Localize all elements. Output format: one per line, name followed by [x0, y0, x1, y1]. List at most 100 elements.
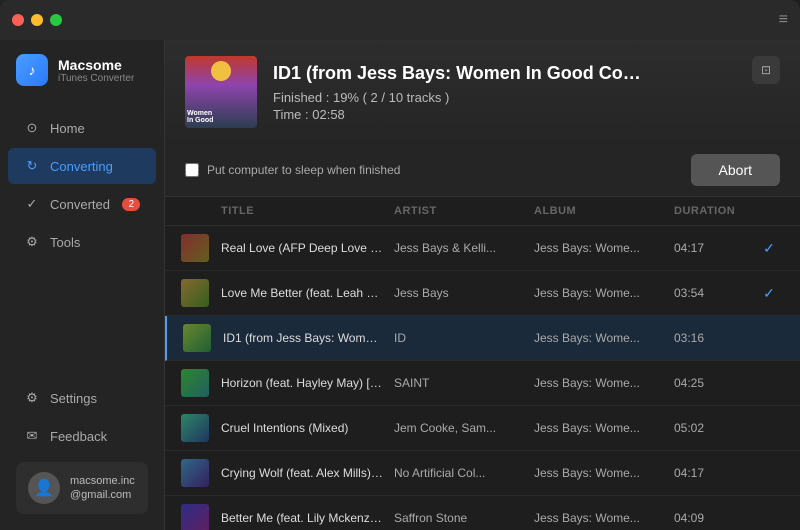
table-row[interactable]: Better Me (feat. Lily Mckenzie) [Mixed] …: [165, 496, 800, 530]
list-header: TITLE ARTIST ALBUM DURATION: [165, 197, 800, 226]
track-thumb: [183, 324, 211, 352]
track-album-cell: Jess Bays: Wome...: [534, 331, 674, 345]
track-album-cell: Jess Bays: Wome...: [534, 511, 674, 525]
table-row[interactable]: Love Me Better (feat. Leah Guest) [Du...…: [165, 271, 800, 316]
track-album-cell: Jess Bays: Wome...: [534, 421, 674, 435]
sidebar-label-feedback: Feedback: [50, 429, 107, 444]
track-title-cell: Real Love (AFP Deep Love Mix) [Mixed]: [221, 241, 394, 255]
sidebar-nav: ⊙ Home ↻ Converting ✓ Converted 2 ⚙ Tool…: [0, 100, 164, 370]
track-album-cell: Jess Bays: Wome...: [534, 376, 674, 390]
track-artist-cell: SAINT: [394, 376, 534, 390]
track-status-cell: ✓: [754, 285, 784, 302]
table-row[interactable]: ID1 (from Jess Bays: Women In Good ... I…: [165, 316, 800, 361]
sidebar-item-converting[interactable]: ↻ Converting: [8, 148, 156, 184]
track-title-cell: Love Me Better (feat. Leah Guest) [Du...: [221, 286, 394, 300]
col-artist: ARTIST: [394, 205, 534, 217]
track-thumb: [181, 459, 209, 487]
converted-icon: ✓: [24, 196, 40, 212]
converting-icon: ↻: [24, 158, 40, 174]
sleep-label: Put computer to sleep when finished: [207, 163, 400, 177]
track-artist-cell: Jem Cooke, Sam...: [394, 421, 534, 435]
sidebar-item-feedback[interactable]: ✉ Feedback: [8, 418, 156, 454]
tools-icon: ⚙: [24, 234, 40, 250]
sidebar-label-converting: Converting: [50, 159, 113, 174]
track-info: ID1 (from Jess Bays: Women In Good Compa…: [273, 63, 780, 122]
now-playing-section: ID1 (from Jess Bays: Women In Good Compa…: [165, 40, 800, 144]
track-thumb: [181, 369, 209, 397]
user-email-line2: @gmail.com: [70, 488, 135, 502]
track-duration-cell: 04:17: [674, 241, 754, 255]
sidebar-item-settings[interactable]: ⚙ Settings: [8, 380, 156, 416]
badge-converted: 2: [122, 198, 140, 211]
track-title-cell: Cruel Intentions (Mixed): [221, 421, 394, 435]
track-artist-cell: Saffron Stone: [394, 511, 534, 525]
table-row[interactable]: Real Love (AFP Deep Love Mix) [Mixed] Je…: [165, 226, 800, 271]
sleep-option: Put computer to sleep when finished: [185, 163, 400, 177]
track-thumb: [181, 504, 209, 530]
feedback-icon: ✉: [24, 428, 40, 444]
logo: ♪ Macsome iTunes Converter: [0, 40, 164, 100]
menu-icon[interactable]: ≡: [779, 11, 788, 29]
track-rows: Real Love (AFP Deep Love Mix) [Mixed] Je…: [165, 226, 800, 530]
sidebar-item-tools[interactable]: ⚙ Tools: [8, 224, 156, 260]
track-list: TITLE ARTIST ALBUM DURATION Real Love (A…: [165, 197, 800, 530]
track-artist-cell: Jess Bays & Kelli...: [394, 241, 534, 255]
track-album-cell: Jess Bays: Wome...: [534, 286, 674, 300]
sidebar-label-settings: Settings: [50, 391, 97, 406]
home-icon: ⊙: [24, 120, 40, 136]
table-row[interactable]: Cruel Intentions (Mixed) Jem Cooke, Sam.…: [165, 406, 800, 451]
track-thumb: [181, 279, 209, 307]
logo-name: Macsome: [58, 57, 134, 73]
sidebar-bottom: ⚙ Settings ✉ Feedback 👤 macsome.inc @gma…: [0, 370, 164, 530]
track-duration-cell: 05:02: [674, 421, 754, 435]
close-button[interactable]: [12, 14, 24, 26]
track-duration-cell: 04:25: [674, 376, 754, 390]
album-art: [185, 56, 257, 128]
title-bar: ≡: [0, 0, 800, 40]
track-status-cell: ✓: [754, 240, 784, 257]
avatar: 👤: [28, 472, 60, 504]
traffic-lights: [12, 14, 62, 26]
track-artist-cell: ID: [394, 331, 534, 345]
logo-subtitle: iTunes Converter: [58, 73, 134, 84]
expand-button[interactable]: ⊡: [752, 56, 780, 84]
table-row[interactable]: Horizon (feat. Hayley May) [Mixed] SAINT…: [165, 361, 800, 406]
track-title-cell: Better Me (feat. Lily Mckenzie) [Mixed]: [221, 511, 394, 525]
col-title: TITLE: [221, 205, 394, 217]
user-info: macsome.inc @gmail.com: [70, 474, 135, 503]
track-title-cell: Horizon (feat. Hayley May) [Mixed]: [221, 376, 394, 390]
track-duration-cell: 04:09: [674, 511, 754, 525]
sleep-checkbox[interactable]: [185, 163, 199, 177]
col-album: ALBUM: [534, 205, 674, 217]
col-status: [754, 205, 784, 217]
track-title-cell: Crying Wolf (feat. Alex Mills) [Mixed]: [221, 466, 394, 480]
minimize-button[interactable]: [31, 14, 43, 26]
sidebar-item-home[interactable]: ⊙ Home: [8, 110, 156, 146]
track-duration-cell: 03:16: [674, 331, 754, 345]
track-title: ID1 (from Jess Bays: Women In Good Compa…: [273, 63, 653, 84]
album-art-image: [185, 56, 257, 128]
track-title-cell: ID1 (from Jess Bays: Women In Good ...: [223, 331, 394, 345]
track-duration-cell: 04:17: [674, 466, 754, 480]
sidebar-label-converted: Converted: [50, 197, 110, 212]
track-artist-cell: Jess Bays: [394, 286, 534, 300]
sidebar-item-converted[interactable]: ✓ Converted 2: [8, 186, 156, 222]
track-album-cell: Jess Bays: Wome...: [534, 466, 674, 480]
maximize-button[interactable]: [50, 14, 62, 26]
track-thumb: [181, 234, 209, 262]
logo-icon: ♪: [16, 54, 48, 86]
sidebar-label-home: Home: [50, 121, 85, 136]
track-duration-cell: 03:54: [674, 286, 754, 300]
user-profile: 👤 macsome.inc @gmail.com: [16, 462, 148, 514]
settings-icon: ⚙: [24, 390, 40, 406]
table-row[interactable]: Crying Wolf (feat. Alex Mills) [Mixed] N…: [165, 451, 800, 496]
col-duration: DURATION: [674, 205, 754, 217]
track-time: Time : 02:58: [273, 107, 780, 122]
abort-button[interactable]: Abort: [691, 154, 780, 186]
user-email-line1: macsome.inc: [70, 474, 135, 488]
main-content: ID1 (from Jess Bays: Women In Good Compa…: [165, 0, 800, 530]
track-progress: Finished : 19% ( 2 / 10 tracks ): [273, 90, 780, 105]
track-artist-cell: No Artificial Col...: [394, 466, 534, 480]
track-thumb: [181, 414, 209, 442]
sidebar-label-tools: Tools: [50, 235, 80, 250]
